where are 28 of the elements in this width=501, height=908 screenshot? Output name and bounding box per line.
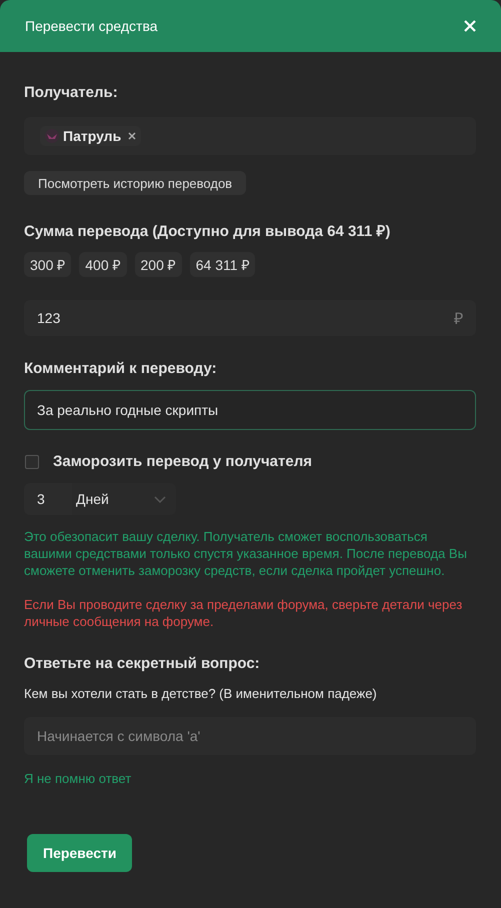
- dialog-title: Перевести средства: [25, 18, 158, 34]
- freeze-checkbox[interactable]: [25, 454, 39, 468]
- submit-button[interactable]: Перевести: [27, 834, 132, 872]
- amount-preset[interactable]: 64 311 ₽: [190, 252, 256, 277]
- warning-text: Если Вы проводите сделку за пределами форума, сверьте детали через личные сообщения на форуме.: [24, 596, 464, 630]
- remove-icon[interactable]: [128, 132, 136, 140]
- answer-field[interactable]: Начинается с символа 'а': [24, 717, 476, 755]
- comment-label: Комментарий к переводу:: [24, 360, 218, 377]
- amount-preset[interactable]: 200 ₽: [134, 252, 182, 277]
- avatar-icon: [45, 129, 59, 143]
- amount-label: Сумма перевода (Доступно для вывода 64 311 ₽): [24, 222, 392, 240]
- currency-sign: ₽: [454, 310, 463, 329]
- freeze-label: Заморозить перевод у получателя: [53, 453, 312, 470]
- freeze-info-text: Это обезопасит вашу сделку. Получатель сможет воспользоваться вашими средствами только спустя указанное время. После перевода Вы сможете отменить заморозку средств, если сделка пройдет успешно.: [24, 528, 468, 579]
- forgot-answer-link[interactable]: Я не помню ответ: [24, 770, 132, 787]
- amount-preset[interactable]: 300 ₽: [24, 252, 72, 277]
- amount-preset[interactable]: 400 ₽: [79, 252, 126, 277]
- chevron-down-icon: [154, 496, 166, 502]
- recipient-field[interactable]: Патруль: [24, 117, 476, 155]
- amount-field[interactable]: 123 ₽: [24, 300, 476, 336]
- recipient-label: Получатель:: [24, 84, 119, 101]
- close-icon[interactable]: [464, 20, 476, 32]
- comment-field[interactable]: За реально годные скрипты: [24, 390, 476, 430]
- history-button[interactable]: Посмотреть историю переводов: [24, 171, 246, 195]
- recipient-name: Патруль: [63, 128, 122, 144]
- secret-question-label: Ответьте на секретный вопрос:: [24, 655, 261, 672]
- secret-question-text: Кем вы хотели стать в детстве? (В именительном падеже): [24, 686, 378, 701]
- days-count-field[interactable]: 3: [24, 483, 72, 515]
